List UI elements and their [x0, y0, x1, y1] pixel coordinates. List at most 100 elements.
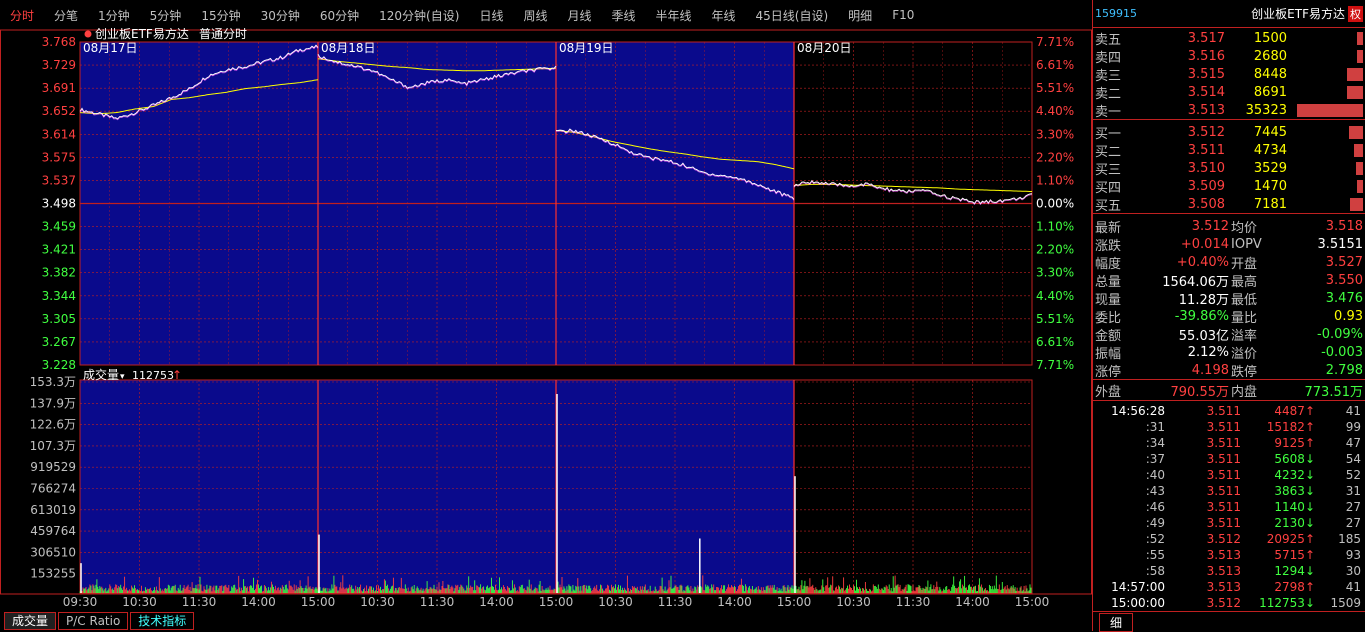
price-line: [793, 179, 1033, 205]
time-tick-label: 15:00: [539, 595, 574, 609]
tab-pc-ratio[interactable]: P/C Ratio: [58, 612, 129, 630]
tick-row: :58 3.513 1294↓ 30: [1093, 563, 1365, 579]
pct-tick-label: 5.51%: [1036, 81, 1074, 95]
tab-period-6[interactable]: 60分钟: [310, 7, 369, 24]
chevron-down-icon[interactable]: ▾: [120, 372, 125, 382]
stat-label: 涨停: [1095, 364, 1122, 380]
tab-period-0[interactable]: 分时: [0, 7, 44, 24]
tab-period-1[interactable]: 分笔: [44, 7, 88, 24]
tab-period-7[interactable]: 120分钟(自设): [369, 7, 469, 24]
pct-tick-label: 6.61%: [1036, 335, 1074, 349]
level-volume: 35323: [1245, 102, 1287, 118]
level-label: 卖四: [1095, 50, 1122, 66]
order-book-row: 买一 3.512 7445: [1093, 123, 1365, 142]
tick-count: 52: [1345, 468, 1361, 482]
tab-period-2[interactable]: 1分钟: [88, 7, 140, 24]
tab-volume[interactable]: 成交量: [4, 612, 57, 630]
tab-period-10[interactable]: 月线: [557, 7, 601, 24]
tick-count: 41: [1345, 580, 1361, 594]
level-volume: 3529: [1253, 160, 1287, 176]
pct-tick-label: 3.30%: [1036, 127, 1074, 141]
pct-tick-label: 0.00%: [1036, 197, 1074, 211]
tick-row: :46 3.511 1140↓ 27: [1093, 499, 1365, 515]
tick-volume-cell: 15182↑: [1241, 420, 1315, 434]
tab-period-14[interactable]: 45日线(自设): [746, 7, 839, 24]
order-book-row: 卖四 3.516 2680: [1093, 47, 1365, 66]
chart-title: 创业板ETF易方达: [95, 28, 189, 41]
stat-value: 1564.06万: [1162, 274, 1229, 290]
stat-label: 最高: [1231, 274, 1258, 290]
tick-list[interactable]: 14:56:28 3.511 4487↑ 41:31 3.511 15182↑ 99:34 3…: [1093, 401, 1365, 611]
day-label: 08月20日: [797, 41, 852, 55]
tab-period-8[interactable]: 日线: [469, 7, 513, 24]
stat-row: 现量 11.28万 最低 3.476: [1093, 289, 1365, 308]
chart-mode[interactable]: 普通分时: [199, 28, 247, 41]
stat-row: 最新 3.512 均价 3.518: [1093, 217, 1365, 236]
level-label: 卖五: [1095, 32, 1122, 48]
tab-period-15[interactable]: 明细: [838, 7, 882, 24]
tick-volume: 2798: [1274, 580, 1305, 594]
ask-book: 卖五 3.517 1500 卖四 3.516 2680 卖三 3.515 8448 卖二 3.514…: [1093, 28, 1365, 120]
level-label: 买五: [1095, 198, 1122, 214]
tab-period-9[interactable]: 周线: [513, 7, 557, 24]
arrow-up-icon: ↑: [1304, 532, 1315, 546]
tab-technical-indicators[interactable]: 技术指标: [130, 612, 195, 630]
order-book-row: 卖五 3.517 1500: [1093, 29, 1365, 48]
day-label: 08月17日: [83, 41, 138, 55]
tab-period-11[interactable]: 季线: [601, 7, 645, 24]
inner-value: 773.51万: [1304, 384, 1364, 400]
tab-period-16[interactable]: F10: [882, 8, 924, 22]
stat-label: 涨跌: [1095, 238, 1122, 254]
pct-tick-label: 2.20%: [1036, 150, 1074, 164]
tick-count: 27: [1345, 516, 1361, 530]
tab-period-13[interactable]: 年线: [702, 7, 746, 24]
stat-row: 涨停 4.198 跌停 2.798: [1093, 361, 1365, 380]
stat-row: 振幅 2.12% 溢价 -0.003: [1093, 343, 1365, 362]
arrow-up-icon: ↑: [1304, 436, 1315, 450]
time-tick-label: 11:30: [420, 595, 455, 609]
level-volume-bar: [1346, 86, 1363, 99]
tab-detail[interactable]: 细: [1099, 613, 1134, 632]
tab-period-5[interactable]: 30分钟: [251, 7, 310, 24]
price-tick-label: 3.421: [42, 243, 76, 257]
tab-period-12[interactable]: 半年线: [646, 7, 702, 24]
price-line-shadow: [793, 181, 1033, 206]
arrow-up-icon: ↑: [1304, 404, 1315, 418]
tab-period-3[interactable]: 5分钟: [140, 7, 192, 24]
tick-time: 14:56:28: [1111, 404, 1165, 418]
tick-count: 93: [1345, 548, 1361, 562]
detail-footer: 细: [1093, 611, 1365, 632]
tick-price: 3.511: [1206, 436, 1241, 450]
intraday-chart[interactable]: 3.768 7.71% 3.729 6.61% 3.691 5.51% 3.652 4.40%…: [0, 28, 1092, 610]
price-tick-label: 3.305: [42, 312, 76, 326]
level-volume: 1470: [1253, 178, 1287, 194]
stat-value: -0.003: [1321, 344, 1363, 360]
tab-period-4[interactable]: 15分钟: [191, 7, 250, 24]
stat-value: 3.512: [1191, 218, 1229, 234]
stat-row: 金额 55.03亿 溢率 -0.09%: [1093, 325, 1365, 344]
level-volume: 1500: [1253, 30, 1287, 46]
arrow-up-icon: ↑: [1304, 580, 1315, 594]
stat-label: 总量: [1095, 274, 1122, 290]
level-volume: 7445: [1253, 124, 1287, 140]
day-label: 08月19日: [559, 41, 614, 55]
time-tick-label: 10:30: [598, 595, 633, 609]
tick-time: 14:57:00: [1111, 580, 1165, 594]
volume-indicator-label[interactable]: 成交量: [83, 367, 119, 382]
tick-volume: 5715: [1274, 548, 1305, 562]
stat-value: 3.550: [1325, 272, 1363, 288]
tick-volume: 2130: [1274, 516, 1305, 530]
tick-row: :37 3.511 5608↓ 54: [1093, 451, 1365, 467]
rights-button[interactable]: 权: [1348, 5, 1363, 22]
stat-value: 2.798: [1325, 362, 1363, 378]
level-price: 3.514: [1187, 84, 1225, 100]
tick-row: :52 3.512 20925↑ 185: [1093, 531, 1365, 547]
tick-price: 3.512: [1206, 596, 1241, 610]
tick-row: 14:57:00 3.513 2798↑ 41: [1093, 579, 1365, 595]
tick-volume-cell: 4232↓: [1241, 468, 1315, 482]
arrow-up-icon: ↑: [172, 368, 182, 382]
pct-tick-label: 7.71%: [1036, 35, 1074, 49]
quote-panel: 159915 创业板ETF易方达 权 卖五 3.517 1500 卖四 3.516 268…: [1092, 0, 1365, 632]
tick-volume-cell: 4487↑: [1241, 404, 1315, 418]
stat-value: 2.12%: [1187, 344, 1229, 360]
